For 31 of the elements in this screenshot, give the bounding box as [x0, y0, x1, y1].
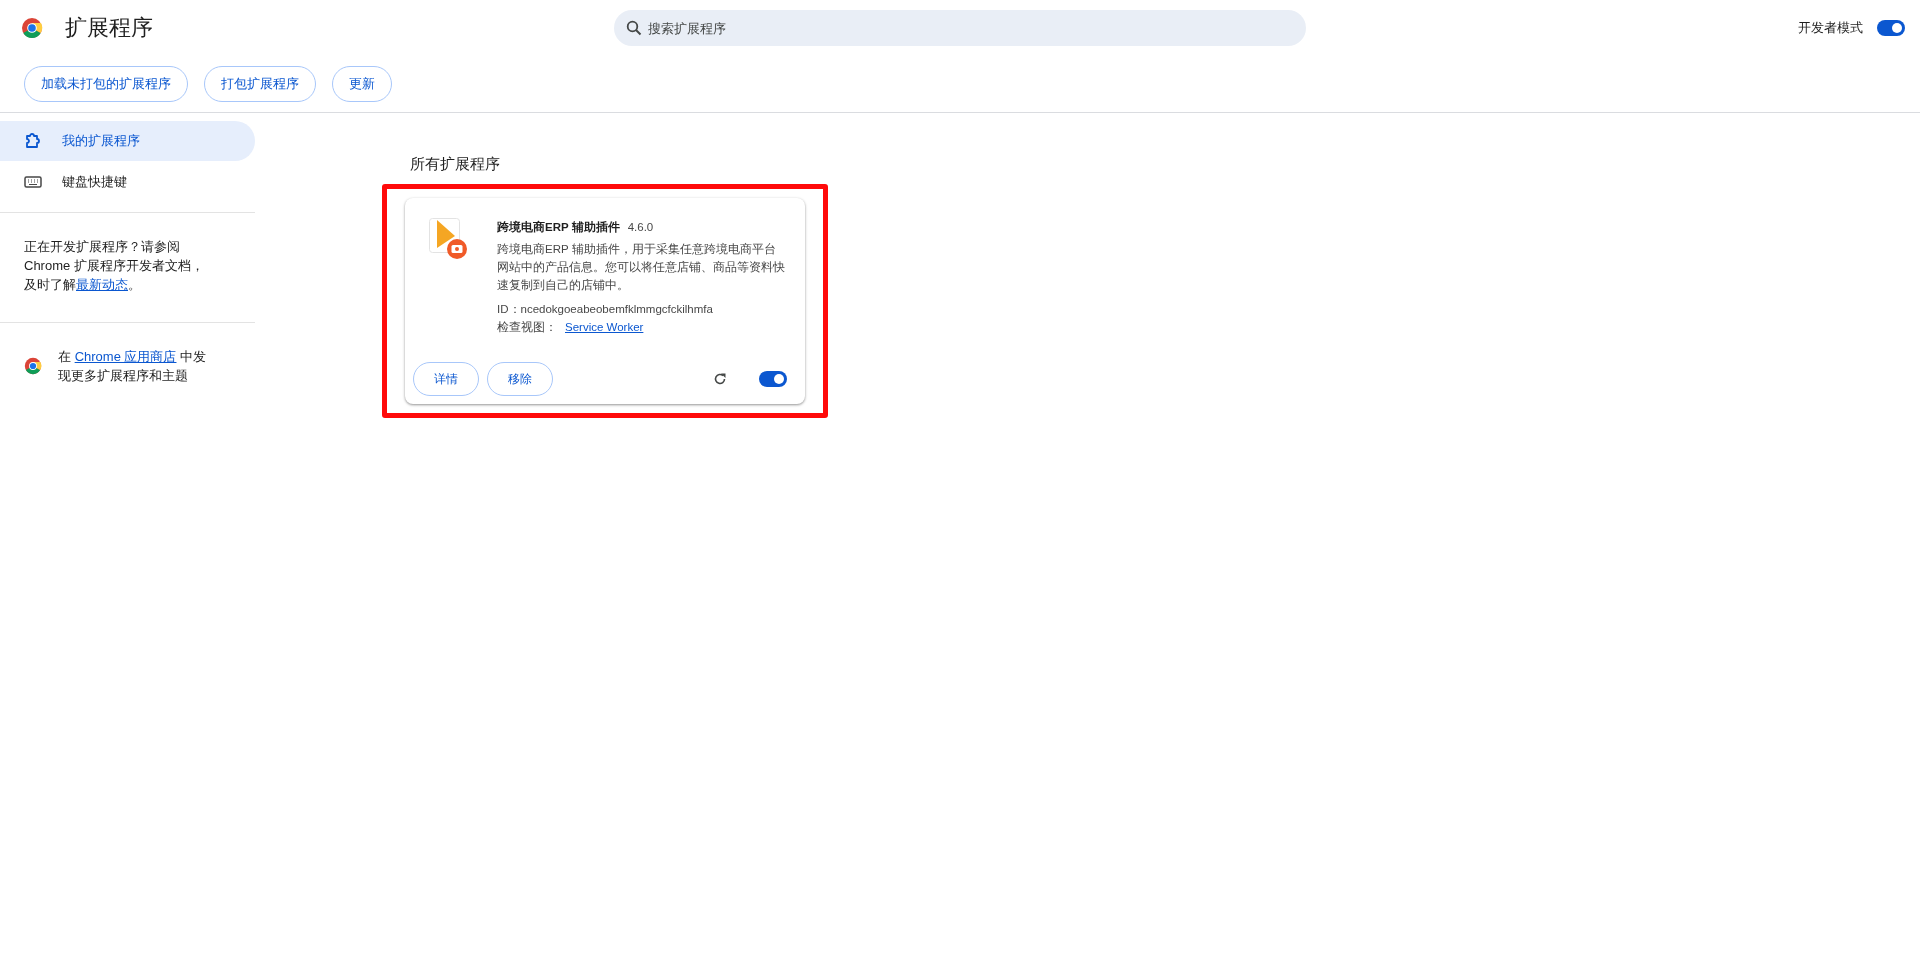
extension-id: ncedokgoeabeobemfklmmgcfckilhmfa — [520, 303, 713, 315]
extension-description: 跨境电商ERP 辅助插件，用于采集任意跨境电商平台网站中的产品信息。您可以将任意店铺、商品等资料快速复制到自己的店铺中。 — [497, 242, 786, 293]
puzzle-icon — [24, 132, 42, 150]
inspect-views-label: 检查视图： — [497, 321, 557, 333]
card-button[interactable]: 详情 — [413, 362, 479, 396]
reload-icon[interactable] — [713, 372, 727, 386]
developer-mode-label: 开发者模式 — [1798, 19, 1863, 37]
toolbar-button[interactable]: 加载未打包的扩展程序 — [24, 66, 188, 102]
web-store-link[interactable]: Chrome 应用商店 — [74, 349, 177, 364]
web-store-note: 在 Chrome 应用商店 中发现更多扩展程序和主题 — [58, 348, 208, 385]
extension-version: 4.6.0 — [627, 221, 654, 233]
extension-logo-icon — [429, 218, 467, 262]
page-title: 扩展程序 — [65, 14, 153, 42]
toggle-switch[interactable] — [759, 371, 787, 387]
chrome-logo-icon — [21, 17, 43, 39]
toolbar-button[interactable]: 更新 — [332, 66, 392, 102]
service-worker-link[interactable]: Service Worker — [565, 321, 644, 333]
toggle-switch[interactable] — [1877, 20, 1905, 36]
id-label: ID： — [497, 303, 521, 315]
extension-name: 跨境电商ERP 辅助插件 — [497, 221, 620, 233]
sidebar-item[interactable]: 键盘快捷键 — [0, 162, 255, 202]
sidebar-item[interactable]: 我的扩展程序 — [0, 121, 255, 161]
news-link[interactable]: 最新动态 — [76, 277, 128, 292]
card-button[interactable]: 移除 — [487, 362, 553, 396]
developer-note: 正在开发扩展程序？请参阅 Chrome 扩展程序开发者文档，及时了解最新动态。 — [23, 238, 205, 294]
keyboard-icon — [24, 176, 42, 188]
search-field[interactable]: 搜索扩展程序 — [614, 10, 1306, 46]
section-heading: 所有扩展程序 — [410, 155, 501, 174]
web-store-icon — [24, 355, 42, 377]
search-icon — [626, 20, 642, 36]
toolbar-button[interactable]: 打包扩展程序 — [204, 66, 316, 102]
